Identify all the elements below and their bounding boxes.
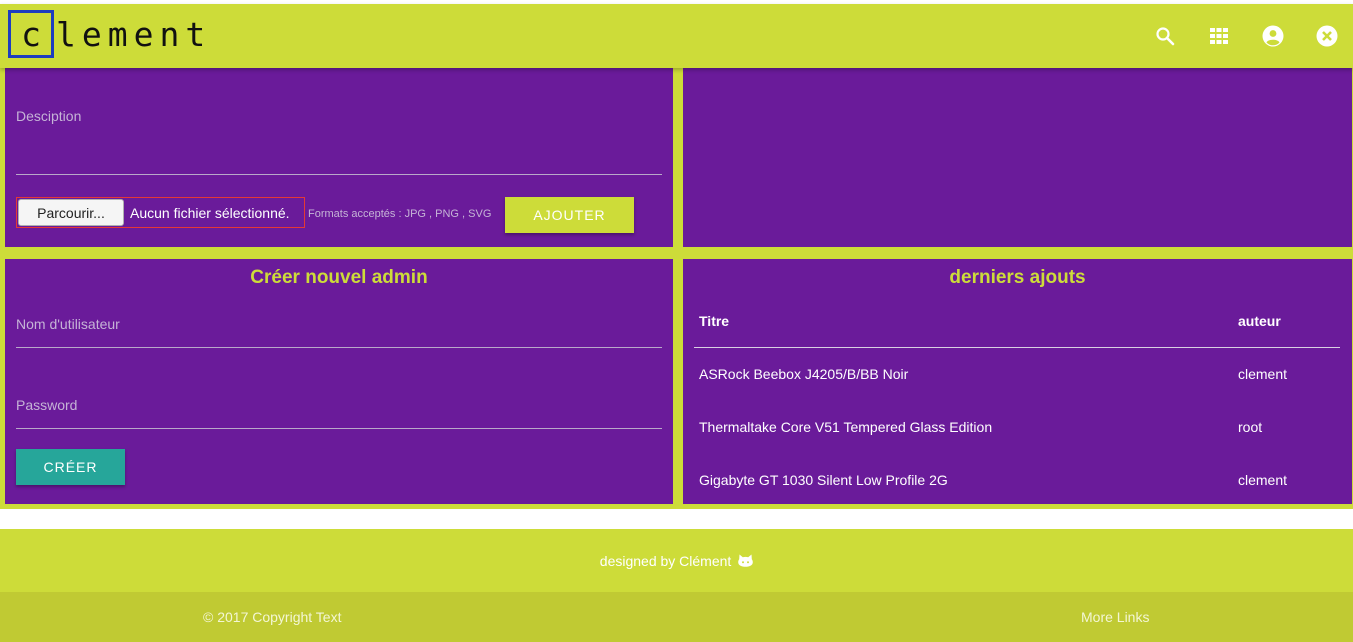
description-label: Desciption (16, 108, 82, 124)
column-header-title: Titre (699, 313, 730, 329)
table-row: Thermaltake Core V51 Tempered Glass Edit… (694, 401, 1340, 454)
close-circle-icon[interactable] (1313, 22, 1341, 50)
account-circle-icon[interactable] (1259, 22, 1287, 50)
nav-icons (1151, 22, 1341, 50)
password-field[interactable]: Password (16, 396, 662, 429)
description-field[interactable]: Desciption (16, 108, 662, 175)
create-admin-card: Créer nouvel admin Nom d'utilisateur Pas… (5, 259, 673, 504)
password-label: Password (16, 397, 78, 413)
create-admin-title: Créer nouvel admin (250, 267, 428, 288)
table-row: Gigabyte GT 1030 Silent Low Profile 2G c… (694, 454, 1340, 507)
page-gap (0, 509, 1353, 529)
row-author: clement (1238, 472, 1288, 488)
row-title: ASRock Beebox J4205/B/BB Noir (699, 366, 909, 382)
add-button[interactable]: AJOUTER (505, 197, 634, 233)
file-input[interactable]: Parcourir... Aucun fichier sélectionné. (16, 197, 305, 228)
footer: designed by Clément (0, 529, 1353, 592)
table-header: Titre auteur (694, 303, 1340, 348)
preview-card (683, 68, 1352, 247)
logo-rest: lement (56, 14, 212, 54)
username-field[interactable]: Nom d'utilisateur (16, 315, 662, 348)
copyright-text: © 2017 Copyright Text (203, 609, 342, 625)
designed-by-line: designed by Clément (0, 553, 1353, 570)
main-content: Desciption Parcourir... Aucun fichier sé… (0, 68, 1353, 509)
apps-grid-icon[interactable] (1205, 22, 1233, 50)
browse-button[interactable]: Parcourir... (18, 199, 124, 226)
column-header-author: auteur (1238, 313, 1281, 329)
designed-by-text: designed by Clément (599, 553, 732, 569)
logo-first-letter: c (21, 14, 41, 54)
row-author: root (1238, 419, 1263, 435)
file-status: Aucun fichier sélectionné. (130, 204, 290, 221)
recent-additions-title: derniers ajouts (949, 267, 1086, 288)
upload-card: Desciption Parcourir... Aucun fichier sé… (5, 68, 673, 247)
row-author: clement (1238, 366, 1288, 382)
row-title: Thermaltake Core V51 Tempered Glass Edit… (699, 419, 993, 435)
recent-additions-card: derniers ajouts Titre auteur ASRock Beeb… (683, 259, 1352, 504)
more-links-link[interactable]: More Links (1081, 609, 1149, 625)
username-label: Nom d'utilisateur (16, 316, 120, 332)
search-icon[interactable] (1151, 22, 1179, 50)
navbar: c lement (0, 4, 1353, 68)
recent-table: Titre auteur ASRock Beebox J4205/B/BB No… (694, 303, 1340, 507)
table-row: ASRock Beebox J4205/B/BB Noir clement (694, 348, 1340, 401)
row-title: Gigabyte GT 1030 Silent Low Profile 2G (699, 472, 948, 488)
formats-hint: Formats acceptés : JPG , PNG , SVG (308, 208, 492, 220)
github-icon[interactable] (738, 554, 754, 570)
copyright-bar: © 2017 Copyright Text More Links (0, 592, 1353, 642)
logo-box: c (8, 10, 54, 58)
brand-logo[interactable]: c lement (8, 10, 211, 58)
create-button[interactable]: CRÉER (16, 449, 125, 485)
